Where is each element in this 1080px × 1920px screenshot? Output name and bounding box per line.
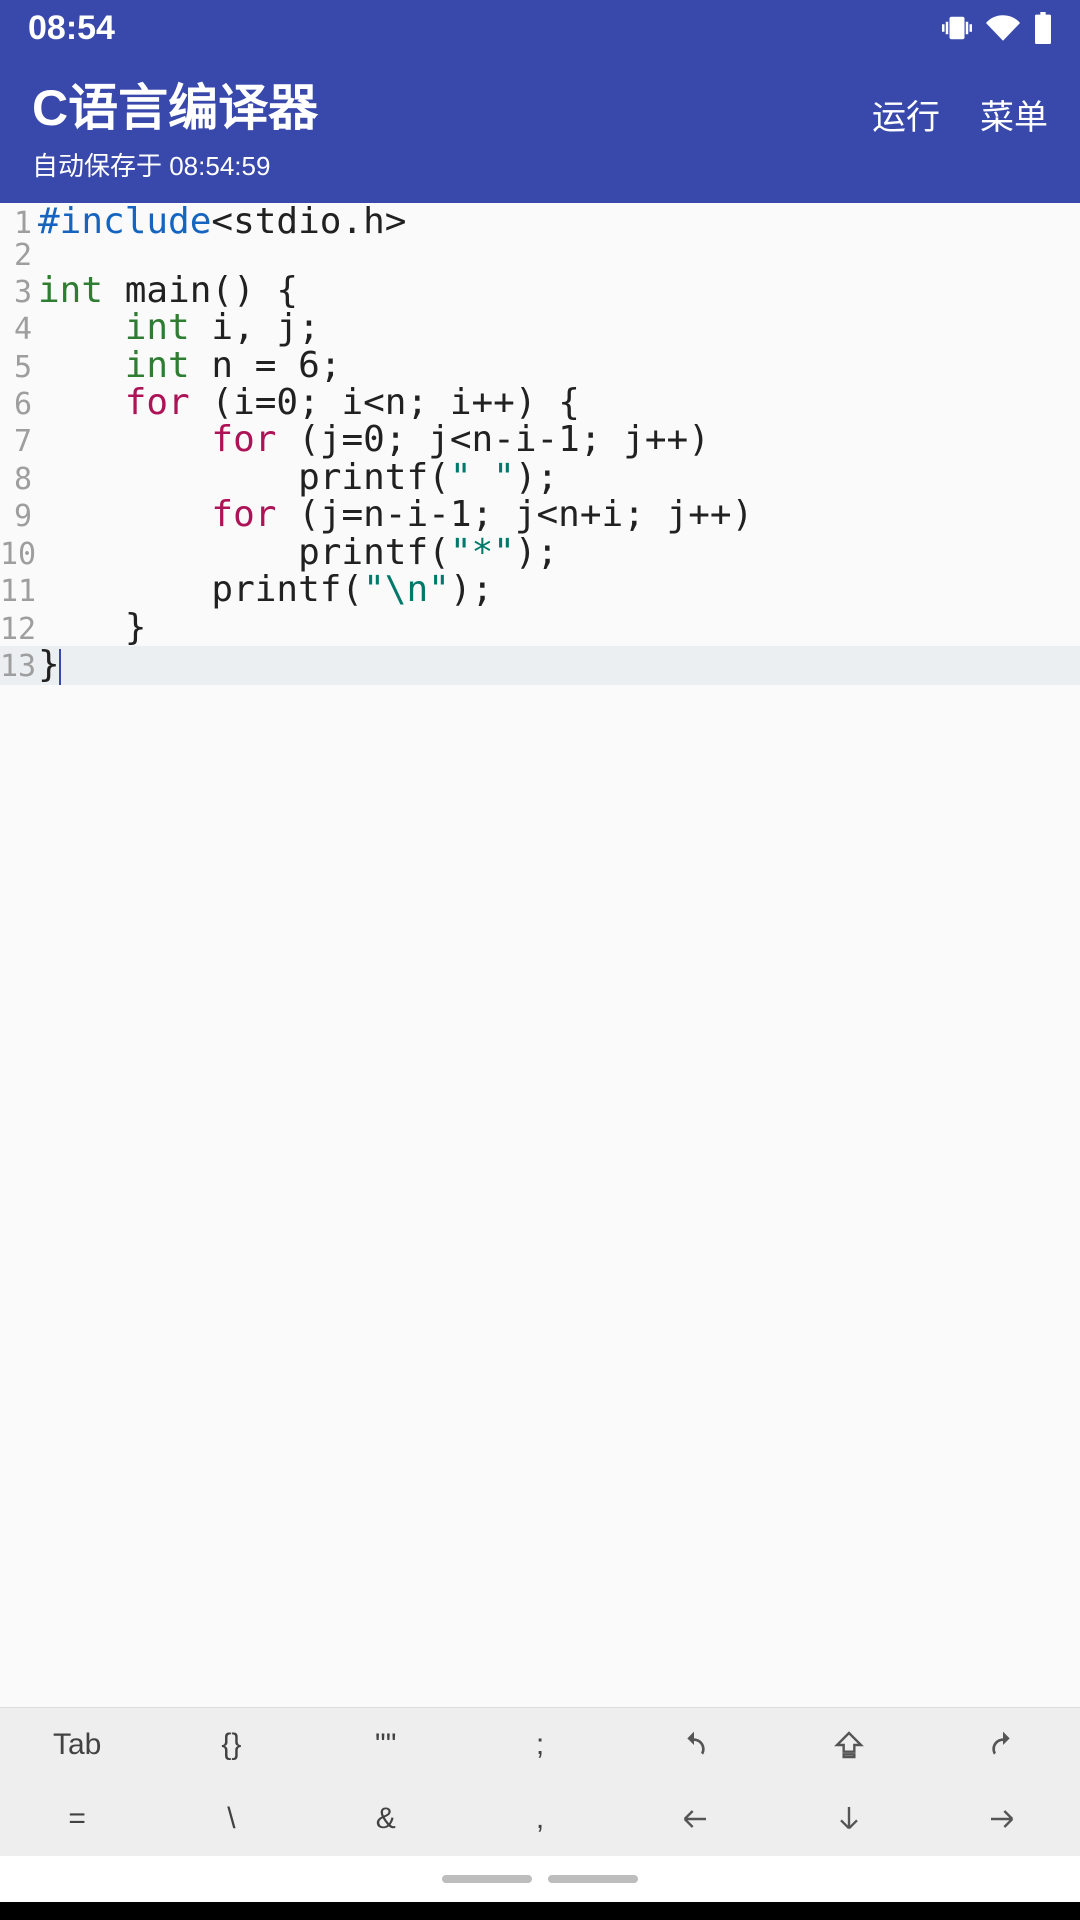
- code-content[interactable]: }: [38, 609, 146, 646]
- code-line[interactable]: 4 int i, j;: [0, 309, 1080, 346]
- line-number: 4: [0, 314, 38, 345]
- nav-pill: [442, 1875, 532, 1883]
- line-number: 7: [0, 426, 38, 457]
- line-number: 8: [0, 464, 38, 495]
- code-line[interactable]: 2: [0, 240, 1080, 271]
- vibrate-icon: [942, 13, 972, 43]
- app-title: C语言编译器: [32, 68, 318, 140]
- line-number: 3: [0, 277, 38, 308]
- code-line[interactable]: 1#include<stdio.h>: [0, 203, 1080, 240]
- line-number: 1: [0, 208, 38, 239]
- status-bar: 08:54: [0, 0, 1080, 56]
- code-line[interactable]: 11 printf("\n");: [0, 571, 1080, 608]
- arrow-right-icon[interactable]: [926, 1782, 1080, 1856]
- code-editor[interactable]: 1#include<stdio.h>23int main() {4 int i,…: [0, 203, 1080, 1707]
- key-quotes[interactable]: "": [309, 1708, 463, 1782]
- run-button[interactable]: 运行: [872, 90, 940, 139]
- undo-icon[interactable]: [617, 1708, 771, 1782]
- key-equals[interactable]: =: [0, 1782, 154, 1856]
- code-line[interactable]: 7 for (j=0; j<n-i-1; j++): [0, 421, 1080, 458]
- key-braces[interactable]: {}: [154, 1708, 308, 1782]
- code-content[interactable]: for (j=n-i-1; j<n+i; j++): [38, 496, 753, 533]
- code-line[interactable]: 6 for (i=0; i<n; i++) {: [0, 384, 1080, 421]
- key-tab[interactable]: Tab: [0, 1708, 154, 1782]
- wifi-icon: [986, 11, 1020, 45]
- nav-bar: [0, 1856, 1080, 1902]
- line-number: 2: [0, 240, 38, 271]
- code-line[interactable]: 10 printf("*");: [0, 534, 1080, 571]
- status-icons: [942, 11, 1052, 45]
- code-content[interactable]: int main() {: [38, 272, 298, 309]
- key-ampersand[interactable]: &: [309, 1782, 463, 1856]
- line-number: 13: [0, 651, 38, 682]
- redo-icon[interactable]: [926, 1708, 1080, 1782]
- code-content[interactable]: for (i=0; i<n; i++) {: [38, 384, 580, 421]
- key-comma[interactable]: ,: [463, 1782, 617, 1856]
- line-number: 9: [0, 501, 38, 532]
- code-content[interactable]: int i, j;: [38, 309, 320, 346]
- code-line[interactable]: 3int main() {: [0, 272, 1080, 309]
- code-line[interactable]: 5 int n = 6;: [0, 347, 1080, 384]
- line-number: 6: [0, 389, 38, 420]
- autosave-status: 自动保存于 08:54:59: [32, 146, 318, 183]
- status-time: 08:54: [28, 9, 115, 48]
- arrow-left-icon[interactable]: [617, 1782, 771, 1856]
- code-line[interactable]: 9 for (j=n-i-1; j<n+i; j++): [0, 496, 1080, 533]
- key-backslash[interactable]: \: [154, 1782, 308, 1856]
- line-number: 10: [0, 539, 38, 570]
- code-content[interactable]: for (j=0; j<n-i-1; j++): [38, 421, 710, 458]
- code-content[interactable]: printf("*");: [38, 534, 558, 571]
- code-line[interactable]: 8 printf(" ");: [0, 459, 1080, 496]
- code-line[interactable]: 13}: [0, 646, 1080, 685]
- code-line[interactable]: 12 }: [0, 609, 1080, 646]
- code-content[interactable]: printf("\n");: [38, 571, 493, 608]
- arrow-down-icon[interactable]: [771, 1782, 925, 1856]
- code-content[interactable]: #include<stdio.h>: [38, 203, 406, 240]
- line-number: 12: [0, 614, 38, 645]
- line-number: 11: [0, 576, 38, 607]
- menu-button[interactable]: 菜单: [980, 90, 1048, 139]
- battery-icon: [1034, 12, 1052, 44]
- key-semicolon[interactable]: ;: [463, 1708, 617, 1782]
- symbol-toolbar: Tab{}""; =\&,: [0, 1707, 1080, 1856]
- line-number: 5: [0, 352, 38, 383]
- shift-up-icon[interactable]: [771, 1708, 925, 1782]
- code-content[interactable]: }: [38, 646, 61, 685]
- code-content[interactable]: printf(" ");: [38, 459, 558, 496]
- code-content[interactable]: int n = 6;: [38, 347, 341, 384]
- text-cursor: [59, 649, 62, 685]
- app-bar: C语言编译器 自动保存于 08:54:59 运行 菜单: [0, 56, 1080, 203]
- bottom-edge: [0, 1902, 1080, 1920]
- nav-pill: [548, 1875, 638, 1883]
